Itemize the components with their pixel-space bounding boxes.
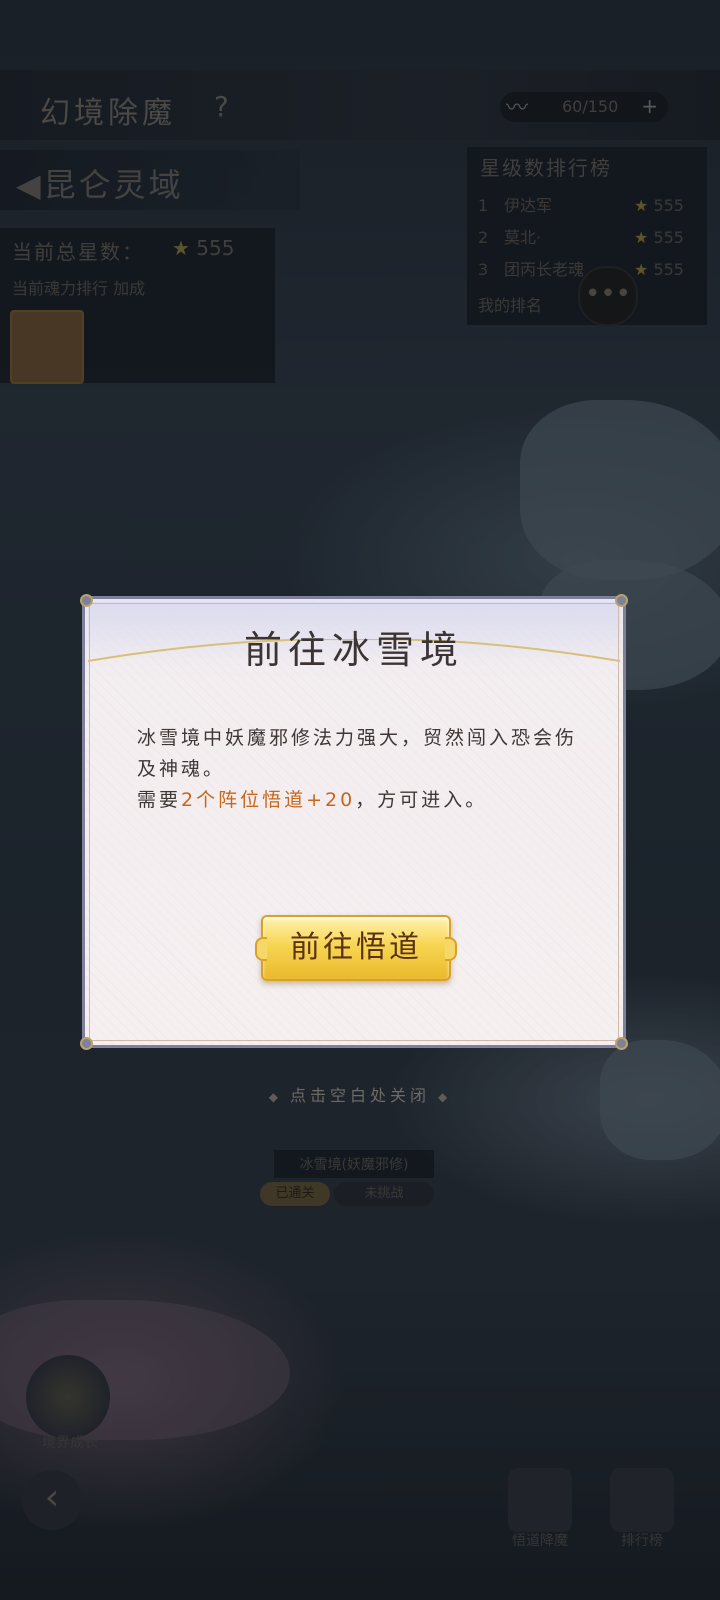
dialog-title: 前往冰雪境	[243, 628, 464, 672]
requirement-highlight: 2个阵位悟道+20	[181, 789, 356, 811]
close-hint: ◆ 点击空白处关闭 ◆	[268, 1086, 452, 1105]
diamond-icon: ◆	[438, 1090, 452, 1104]
corner-ornament	[615, 594, 628, 607]
corner-ornament	[80, 594, 93, 607]
dialog-line-1: 冰雪境中妖魔邪修法力强大，贸然闯入恐会伤及神魂。	[137, 727, 578, 780]
diamond-icon: ◆	[268, 1090, 282, 1104]
go-enlightenment-button[interactable]: 前往悟道	[255, 915, 457, 981]
corner-ornament	[615, 1037, 628, 1050]
dialog: 前往冰雪境 冰雪境中妖魔邪修法力强大，贸然闯入恐会伤及神魂。 需要2个阵位悟道+…	[80, 594, 628, 1050]
corner-ornament	[80, 1037, 93, 1050]
go-enlightenment-label: 前往悟道	[290, 930, 422, 965]
dialog-message: 冰雪境中妖魔邪修法力强大，贸然闯入恐会伤及神魂。 需要2个阵位悟道+20，方可进…	[137, 723, 587, 816]
dialog-line-2: 需要2个阵位悟道+20，方可进入。	[137, 789, 488, 811]
